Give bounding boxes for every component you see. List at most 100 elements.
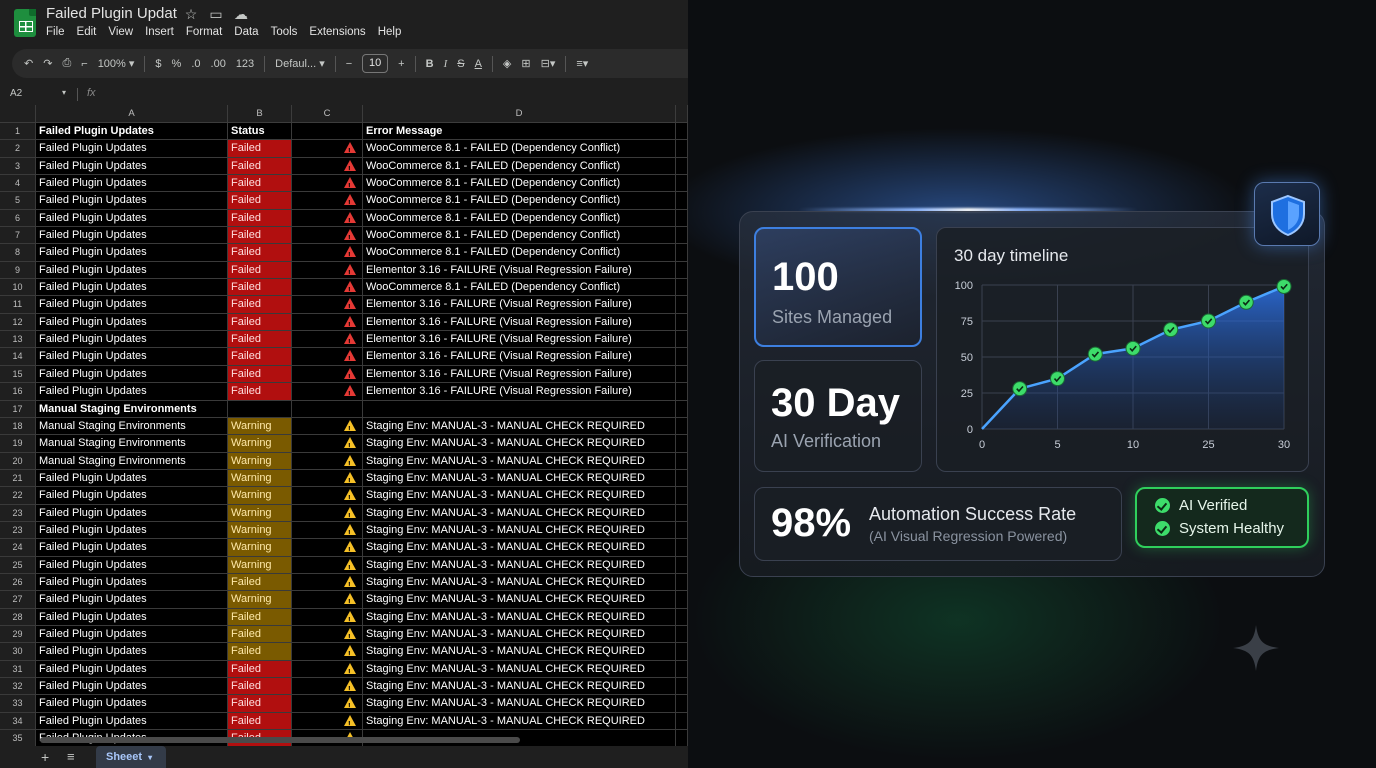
cell-empty[interactable] xyxy=(676,539,688,557)
decrease-decimal-button[interactable]: .0 xyxy=(191,58,200,70)
cell-empty[interactable] xyxy=(676,660,688,678)
menu-extensions[interactable]: Extensions xyxy=(309,26,365,38)
cell-empty[interactable] xyxy=(676,227,688,245)
cell-empty[interactable] xyxy=(676,712,688,731)
cell-status[interactable]: Failed xyxy=(228,227,292,245)
cell-status[interactable]: Failed xyxy=(228,625,292,644)
cell-severity[interactable] xyxy=(292,348,363,366)
redo-icon[interactable]: ↷ xyxy=(43,57,52,70)
menu-format[interactable]: Format xyxy=(186,26,222,38)
cell-severity[interactable] xyxy=(292,331,363,349)
cell-category[interactable]: Failed Plugin Updates xyxy=(36,469,228,488)
merge-cells-icon[interactable]: ⊟▾ xyxy=(541,57,556,70)
cell-status[interactable]: Failed xyxy=(228,157,292,176)
column-header-e[interactable] xyxy=(676,105,688,122)
cell-error-message[interactable]: WooCommerce 8.1 - FAILED (Dependency Con… xyxy=(363,279,676,297)
row-number[interactable]: 14 xyxy=(0,348,36,366)
cloud-status-icon[interactable]: ☁ xyxy=(233,6,249,23)
menu-view[interactable]: View xyxy=(108,26,133,38)
cell-empty[interactable] xyxy=(676,400,688,418)
row-number[interactable]: 27 xyxy=(0,591,36,609)
cell-empty[interactable] xyxy=(676,348,688,366)
cell-empty[interactable] xyxy=(676,192,688,210)
cell-empty[interactable] xyxy=(676,209,688,228)
paint-format-icon[interactable]: ⌐ xyxy=(81,58,87,70)
menu-help[interactable]: Help xyxy=(378,26,402,38)
cell-empty[interactable] xyxy=(676,521,688,540)
cell-empty[interactable] xyxy=(676,331,688,349)
cell-status[interactable]: Status xyxy=(228,123,292,141)
cell-empty[interactable] xyxy=(676,123,688,141)
all-sheets-icon[interactable]: ≡ xyxy=(67,749,75,764)
cell-error-message[interactable]: Staging Env: MANUAL-3 - MANUAL CHECK REQ… xyxy=(363,504,676,522)
row-number[interactable]: 31 xyxy=(0,660,36,678)
row-number[interactable]: 33 xyxy=(0,695,36,713)
cell-empty[interactable] xyxy=(676,279,688,297)
menu-tools[interactable]: Tools xyxy=(271,26,298,38)
cell-error-message[interactable]: Staging Env: MANUAL-3 - MANUAL CHECK REQ… xyxy=(363,678,676,696)
document-title[interactable]: Failed Plugin Updat xyxy=(46,5,177,22)
cell-status[interactable]: Warning xyxy=(228,452,292,470)
cell-status[interactable]: Failed xyxy=(228,313,292,332)
cell-error-message[interactable]: WooCommerce 8.1 - FAILED (Dependency Con… xyxy=(363,227,676,245)
cell-category[interactable]: Failed Plugin Updates xyxy=(36,695,228,713)
cell-category[interactable]: Failed Plugin Updates xyxy=(36,591,228,609)
cell-empty[interactable] xyxy=(676,504,688,522)
cell-status[interactable]: Warning xyxy=(228,556,292,574)
cell-empty[interactable] xyxy=(676,261,688,280)
strikethrough-icon[interactable]: S xyxy=(457,58,464,70)
font-size-decrease-icon[interactable]: − xyxy=(346,58,352,70)
cell-status[interactable]: Warning xyxy=(228,487,292,505)
cell-severity[interactable] xyxy=(292,625,363,644)
cell-status[interactable]: Failed xyxy=(228,279,292,297)
cell-status[interactable]: Failed xyxy=(228,573,292,592)
row-number[interactable]: 23 xyxy=(0,521,36,540)
cell-empty[interactable] xyxy=(676,591,688,609)
row-number[interactable]: 11 xyxy=(0,296,36,314)
cell-category[interactable]: Failed Plugin Updates xyxy=(36,573,228,592)
cell-category[interactable]: Manual Staging Environments xyxy=(36,400,228,418)
cell-empty[interactable] xyxy=(676,608,688,626)
cell-status[interactable]: Warning xyxy=(228,417,292,436)
cell-status[interactable]: Warning xyxy=(228,539,292,557)
cell-error-message[interactable]: Staging Env: MANUAL-3 - MANUAL CHECK REQ… xyxy=(363,573,676,592)
fill-color-icon[interactable]: ◈ xyxy=(503,57,511,70)
row-number[interactable]: 6 xyxy=(0,209,36,228)
cell-severity[interactable] xyxy=(292,539,363,557)
cell-category[interactable]: Manual Staging Environments xyxy=(36,417,228,436)
cell-category[interactable]: Failed Plugin Updates xyxy=(36,123,228,141)
cell-status[interactable]: Failed xyxy=(228,175,292,193)
cell-severity[interactable] xyxy=(292,140,363,158)
cell-severity[interactable] xyxy=(292,400,363,418)
row-number[interactable]: 20 xyxy=(0,452,36,470)
bold-icon[interactable]: B xyxy=(426,58,434,70)
cell-severity[interactable] xyxy=(292,660,363,678)
cell-empty[interactable] xyxy=(676,365,688,384)
cell-status[interactable]: Failed xyxy=(228,209,292,228)
cell-severity[interactable] xyxy=(292,504,363,522)
name-box[interactable]: A2 xyxy=(10,88,22,99)
cell-severity[interactable] xyxy=(292,643,363,661)
sheets-logo-icon[interactable] xyxy=(14,9,36,37)
cell-category[interactable]: Failed Plugin Updates xyxy=(36,660,228,678)
cell-error-message[interactable]: WooCommerce 8.1 - FAILED (Dependency Con… xyxy=(363,157,676,176)
cell-error-message[interactable]: Elementor 3.16 - FAILURE (Visual Regress… xyxy=(363,313,676,332)
row-number[interactable]: 34 xyxy=(0,712,36,731)
row-number[interactable]: 16 xyxy=(0,383,36,401)
cell-empty[interactable] xyxy=(676,313,688,332)
add-sheet-icon[interactable]: + xyxy=(41,749,49,765)
cell-empty[interactable] xyxy=(676,452,688,470)
text-color-icon[interactable]: A xyxy=(475,58,482,70)
column-header-d[interactable]: D xyxy=(363,105,676,122)
increase-decimal-button[interactable]: .00 xyxy=(211,58,226,70)
cell-error-message[interactable]: Staging Env: MANUAL-3 - MANUAL CHECK REQ… xyxy=(363,556,676,574)
cell-empty[interactable] xyxy=(676,573,688,592)
cell-error-message[interactable]: Staging Env: MANUAL-3 - MANUAL CHECK REQ… xyxy=(363,695,676,713)
borders-icon[interactable]: ⊞ xyxy=(521,57,530,70)
cell-empty[interactable] xyxy=(676,296,688,314)
row-number[interactable]: 8 xyxy=(0,244,36,262)
cell-error-message[interactable]: Error Message xyxy=(363,123,676,141)
cell-empty[interactable] xyxy=(676,175,688,193)
cell-severity[interactable] xyxy=(292,452,363,470)
row-number[interactable]: 19 xyxy=(0,435,36,453)
